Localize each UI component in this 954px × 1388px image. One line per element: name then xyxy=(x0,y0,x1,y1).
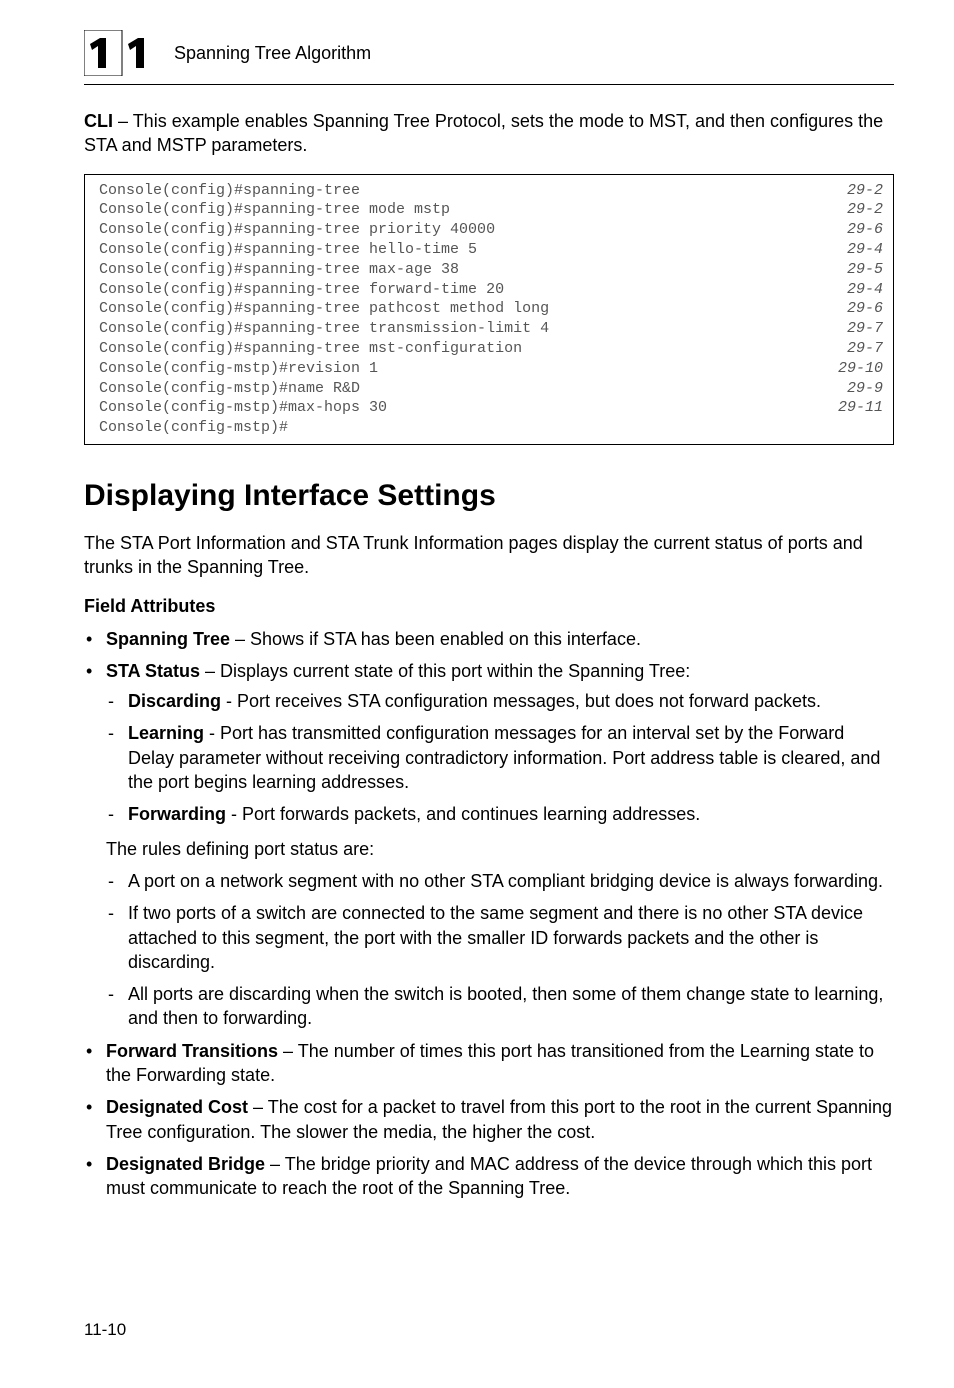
list-item: Spanning Tree – Shows if STA has been en… xyxy=(84,627,894,651)
code-line: Console(config-mstp)#name R&D29-9 xyxy=(99,379,883,399)
code-ref: 29-5 xyxy=(813,260,883,280)
code-line: Console(config)#spanning-tree hello-time… xyxy=(99,240,883,260)
code-line: Console(config)#spanning-tree mode mstp2… xyxy=(99,200,883,220)
rules-sublist: A port on a network segment with no othe… xyxy=(106,869,894,1031)
sub-attr-name: Learning xyxy=(128,723,204,743)
code-cmd: Console(config-mstp)#name R&D xyxy=(99,379,813,399)
cli-intro-paragraph: CLI – This example enables Spanning Tree… xyxy=(84,109,894,158)
attr-name: Designated Cost xyxy=(106,1097,248,1117)
code-listing-box: Console(config)#spanning-tree29-2 Consol… xyxy=(84,174,894,445)
code-line: Console(config)#spanning-tree forward-ti… xyxy=(99,280,883,300)
code-line: Console(config)#spanning-tree max-age 38… xyxy=(99,260,883,280)
attr-name: Designated Bridge xyxy=(106,1154,265,1174)
rule-text: All ports are discarding when the switch… xyxy=(128,984,883,1028)
sub-attr-desc: - Port forwards packets, and continues l… xyxy=(226,804,700,824)
code-line: Console(config-mstp)# xyxy=(99,418,883,438)
code-ref: 29-7 xyxy=(813,319,883,339)
list-item: A port on a network segment with no othe… xyxy=(106,869,894,893)
code-line: Console(config)#spanning-tree transmissi… xyxy=(99,319,883,339)
list-item: If two ports of a switch are connected t… xyxy=(106,901,894,974)
code-cmd: Console(config)#spanning-tree transmissi… xyxy=(99,319,813,339)
cli-intro-text: – This example enables Spanning Tree Pro… xyxy=(84,111,883,155)
code-cmd: Console(config-mstp)# xyxy=(99,418,813,438)
list-item: Designated Cost – The cost for a packet … xyxy=(84,1095,894,1144)
list-item: Designated Bridge – The bridge priority … xyxy=(84,1152,894,1201)
sub-attr-desc: - Port receives STA configuration messag… xyxy=(221,691,821,711)
attr-desc: – Shows if STA has been enabled on this … xyxy=(230,629,641,649)
rule-text: A port on a network segment with no othe… xyxy=(128,871,883,891)
code-ref xyxy=(813,418,883,438)
section-heading: Displaying Interface Settings xyxy=(84,479,894,513)
list-item: STA Status – Displays current state of t… xyxy=(84,659,894,1031)
attr-desc: – Displays current state of this port wi… xyxy=(200,661,690,681)
page-number: 11-10 xyxy=(84,1320,126,1340)
code-ref: 29-4 xyxy=(813,240,883,260)
section-intro: The STA Port Information and STA Trunk I… xyxy=(84,531,894,580)
header-divider xyxy=(84,84,894,85)
sub-attr-name: Forwarding xyxy=(128,804,226,824)
code-ref: 29-11 xyxy=(813,398,883,418)
attributes-list: Spanning Tree – Shows if STA has been en… xyxy=(84,627,894,1201)
list-item: Forward Transitions – The number of time… xyxy=(84,1039,894,1088)
code-cmd: Console(config-mstp)#max-hops 30 xyxy=(99,398,813,418)
code-ref: 29-7 xyxy=(813,339,883,359)
page-container: Spanning Tree Algorithm CLI – This examp… xyxy=(0,0,954,1388)
code-ref: 29-6 xyxy=(813,220,883,240)
code-ref: 29-10 xyxy=(813,359,883,379)
code-cmd: Console(config)#spanning-tree mst-config… xyxy=(99,339,813,359)
code-line: Console(config)#spanning-tree29-2 xyxy=(99,181,883,201)
code-cmd: Console(config)#spanning-tree hello-time… xyxy=(99,240,813,260)
status-sublist: Discarding - Port receives STA configura… xyxy=(106,689,894,826)
attr-name: Spanning Tree xyxy=(106,629,230,649)
list-item: Discarding - Port receives STA configura… xyxy=(106,689,894,713)
code-line: Console(config-mstp)#revision 129-10 xyxy=(99,359,883,379)
code-cmd: Console(config)#spanning-tree pathcost m… xyxy=(99,299,813,319)
code-ref: 29-9 xyxy=(813,379,883,399)
code-cmd: Console(config)#spanning-tree xyxy=(99,181,813,201)
list-item: Learning - Port has transmitted configur… xyxy=(106,721,894,794)
sub-attr-desc: - Port has transmitted configuration mes… xyxy=(128,723,880,792)
list-item: Forwarding - Port forwards packets, and … xyxy=(106,802,894,826)
code-line: Console(config)#spanning-tree pathcost m… xyxy=(99,299,883,319)
code-ref: 29-2 xyxy=(813,200,883,220)
list-item: All ports are discarding when the switch… xyxy=(106,982,894,1031)
attr-name: STA Status xyxy=(106,661,200,681)
rules-intro: The rules defining port status are: xyxy=(106,837,894,861)
code-line: Console(config-mstp)#max-hops 3029-11 xyxy=(99,398,883,418)
code-line: Console(config)#spanning-tree priority 4… xyxy=(99,220,883,240)
code-cmd: Console(config-mstp)#revision 1 xyxy=(99,359,813,379)
code-line: Console(config)#spanning-tree mst-config… xyxy=(99,339,883,359)
code-ref: 29-2 xyxy=(813,181,883,201)
code-ref: 29-4 xyxy=(813,280,883,300)
field-attributes-label: Field Attributes xyxy=(84,596,894,617)
code-ref: 29-6 xyxy=(813,299,883,319)
code-cmd: Console(config)#spanning-tree forward-ti… xyxy=(99,280,813,300)
cli-label: CLI xyxy=(84,111,113,131)
code-cmd: Console(config)#spanning-tree priority 4… xyxy=(99,220,813,240)
rule-text: If two ports of a switch are connected t… xyxy=(128,903,863,972)
code-cmd: Console(config)#spanning-tree max-age 38 xyxy=(99,260,813,280)
chapter-number-icon xyxy=(84,30,162,76)
code-cmd: Console(config)#spanning-tree mode mstp xyxy=(99,200,813,220)
page-header: Spanning Tree Algorithm xyxy=(84,30,894,76)
sub-attr-name: Discarding xyxy=(128,691,221,711)
attr-name: Forward Transitions xyxy=(106,1041,278,1061)
header-title: Spanning Tree Algorithm xyxy=(172,43,371,64)
